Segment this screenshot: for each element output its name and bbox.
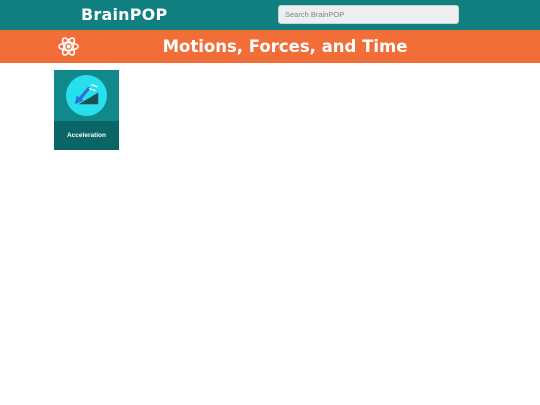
acceleration-icon — [65, 74, 108, 117]
brainpop-logo[interactable]: BrainPOP — [81, 4, 167, 26]
topic-tile-art — [54, 70, 119, 121]
category-banner: Motions, Forces, and Time — [0, 30, 540, 63]
topic-tile-label-bar: Acceleration — [54, 121, 119, 150]
top-navigation-bar: BrainPOP — [0, 0, 540, 30]
topic-label: Acceleration — [66, 132, 107, 139]
topic-tile-acceleration[interactable]: Acceleration — [54, 70, 119, 150]
search-input[interactable] — [278, 5, 459, 24]
page-title: Motions, Forces, and Time — [162, 37, 408, 56]
